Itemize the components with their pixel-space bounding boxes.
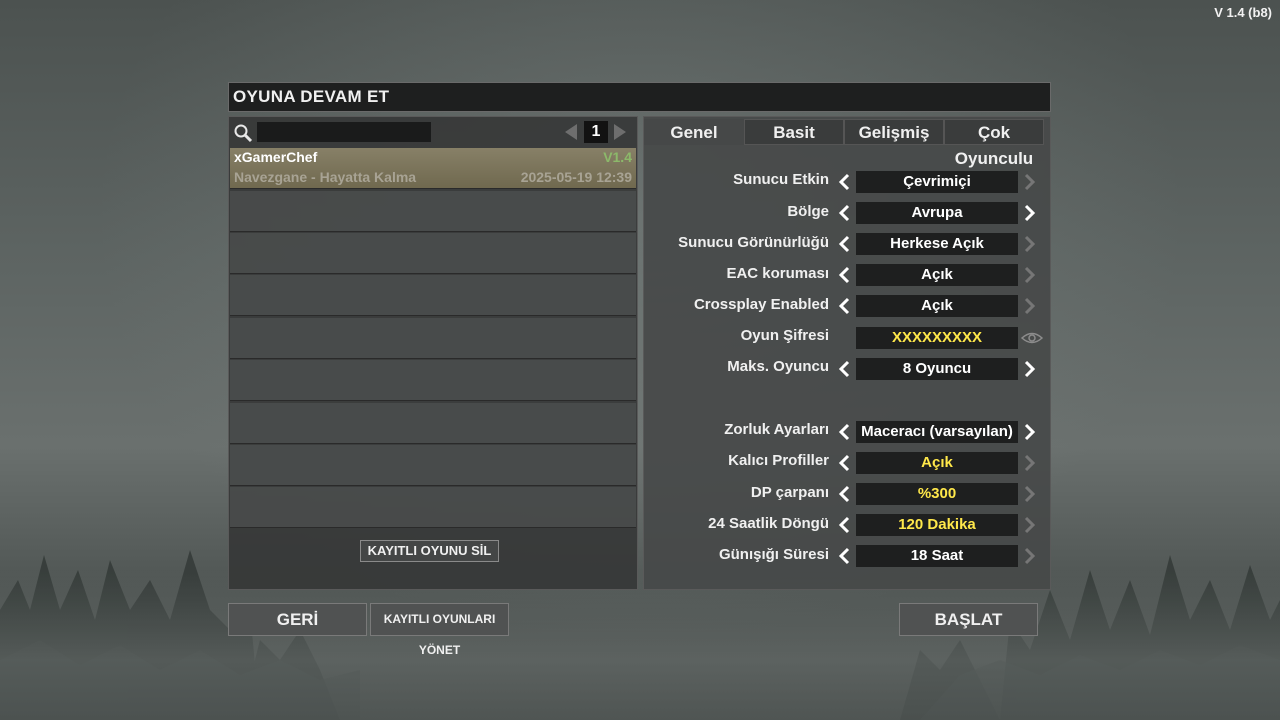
chevron-right-icon[interactable] (1023, 204, 1037, 222)
chevron-left-icon[interactable] (837, 173, 851, 191)
empty-save-row (230, 360, 636, 401)
empty-save-row (230, 191, 636, 232)
setting-label-gunisigi-suresi: Günışığı Süresi (718, 546, 829, 563)
settings-panel: Genel Basit Gelişmiş Çok Oyunculu Sunucu… (643, 116, 1051, 590)
setting-value-bolge: Avrupa (856, 202, 1018, 224)
setting-value-dp-carpani: %300 (856, 483, 1018, 505)
chevron-left-icon[interactable] (837, 360, 851, 378)
tab-cok-oyunculu[interactable]: Çok Oyunculu (944, 119, 1044, 168)
game-password-field[interactable]: XXXXXXXXX (856, 327, 1018, 349)
setting-label-24-saatlik-dongu: 24 Saatlik Döngü (708, 515, 829, 532)
empty-save-row (230, 403, 636, 444)
setting-value-crossplay: Açık (856, 295, 1018, 317)
setting-label-bolge: Bölge (787, 203, 829, 220)
empty-save-row (230, 233, 636, 274)
setting-label-crossplay: Crossplay Enabled (693, 296, 829, 313)
version-label: V 1.4 (b8) (1214, 5, 1272, 20)
chevron-right-icon[interactable] (1023, 235, 1037, 253)
setting-value-eac-korumasi: Açık (856, 264, 1018, 286)
search-input[interactable] (257, 122, 431, 142)
chevron-right-icon[interactable] (1023, 485, 1037, 503)
back-button[interactable]: GERİ (228, 603, 367, 636)
manage-saves-button[interactable]: KAYITLI OYUNLARI YÖNET (370, 603, 509, 657)
settings-tabs: Genel Basit Gelişmiş Çok Oyunculu (644, 117, 1050, 168)
save-version: V1.4 (603, 149, 632, 165)
background-fog (0, 570, 1280, 720)
save-row[interactable]: xGamerChef V1.4 Navezgane - Hayatta Kalm… (230, 148, 636, 189)
empty-save-row (230, 487, 636, 528)
setting-value-zorluk: Maceracı (varsayılan) (856, 421, 1018, 443)
chevron-right-icon[interactable] (1023, 454, 1037, 472)
setting-value-sunucu-etkin: Çevrimiçi (856, 171, 1018, 193)
chevron-right-icon[interactable] (1023, 516, 1037, 534)
save-world: Navezgane - Hayatta Kalma (234, 169, 417, 185)
search-row: 1 (229, 117, 637, 147)
chevron-left-icon[interactable] (837, 547, 851, 565)
saved-games-panel: 1 xGamerChef V1.4 Navezgane - Hayatta Ka… (228, 116, 638, 590)
start-button[interactable]: BAŞLAT (899, 603, 1038, 636)
save-date: 2025-05-19 12:39 (520, 169, 632, 185)
delete-save-button[interactable]: KAYITLI OYUNU SİL (360, 540, 499, 562)
setting-label-eac-korumasi: EAC koruması (726, 265, 829, 282)
page-title: OYUNA DEVAM ET (228, 82, 1051, 112)
chevron-left-icon[interactable] (837, 454, 851, 472)
chevron-right-icon[interactable] (1023, 297, 1037, 315)
search-icon (234, 124, 253, 143)
eye-icon[interactable] (1021, 330, 1043, 346)
setting-label-sunucu-etkin: Sunucu Etkin (733, 171, 829, 188)
chevron-left-icon[interactable] (837, 516, 851, 534)
tab-basit[interactable]: Basit (744, 119, 844, 145)
tab-gelismis[interactable]: Gelişmiş (844, 119, 944, 145)
chevron-right-icon[interactable] (1023, 423, 1037, 441)
setting-label-dp-carpani: DP çarpanı (750, 484, 829, 501)
setting-label-oyun-sifresi: Oyun Şifresi (740, 327, 829, 344)
setting-value-sunucu-gorunurlugu: Herkese Açık (856, 233, 1018, 255)
save-name: xGamerChef (234, 149, 318, 165)
setting-label-sunucu-gorunurlugu: Sunucu Görünürlüğü (678, 234, 829, 251)
chevron-left-icon[interactable] (837, 485, 851, 503)
empty-save-row (230, 275, 636, 316)
setting-value-maks-oyuncu: 8 Oyuncu (856, 358, 1018, 380)
chevron-left-icon[interactable] (837, 235, 851, 253)
setting-value-kalici-profiller: Açık (856, 452, 1018, 474)
setting-label-zorluk: Zorluk Ayarları (724, 421, 829, 438)
empty-save-row (230, 318, 636, 359)
chevron-left-icon[interactable] (564, 123, 578, 141)
tab-genel[interactable]: Genel (644, 119, 744, 145)
chevron-right-icon[interactable] (1023, 360, 1037, 378)
chevron-right-icon[interactable] (613, 123, 627, 141)
chevron-left-icon[interactable] (837, 266, 851, 284)
page-number: 1 (584, 121, 608, 143)
setting-value-gunisigi-suresi: 18 Saat (856, 545, 1018, 567)
chevron-right-icon[interactable] (1023, 173, 1037, 191)
setting-label-kalici-profiller: Kalıcı Profiller (728, 452, 829, 469)
chevron-left-icon[interactable] (837, 204, 851, 222)
setting-value-24-saatlik-dongu: 120 Dakika (856, 514, 1018, 536)
chevron-left-icon[interactable] (837, 423, 851, 441)
empty-save-row (230, 445, 636, 486)
chevron-left-icon[interactable] (837, 297, 851, 315)
chevron-right-icon[interactable] (1023, 547, 1037, 565)
setting-label-maks-oyuncu: Maks. Oyuncu (727, 358, 829, 375)
chevron-right-icon[interactable] (1023, 266, 1037, 284)
